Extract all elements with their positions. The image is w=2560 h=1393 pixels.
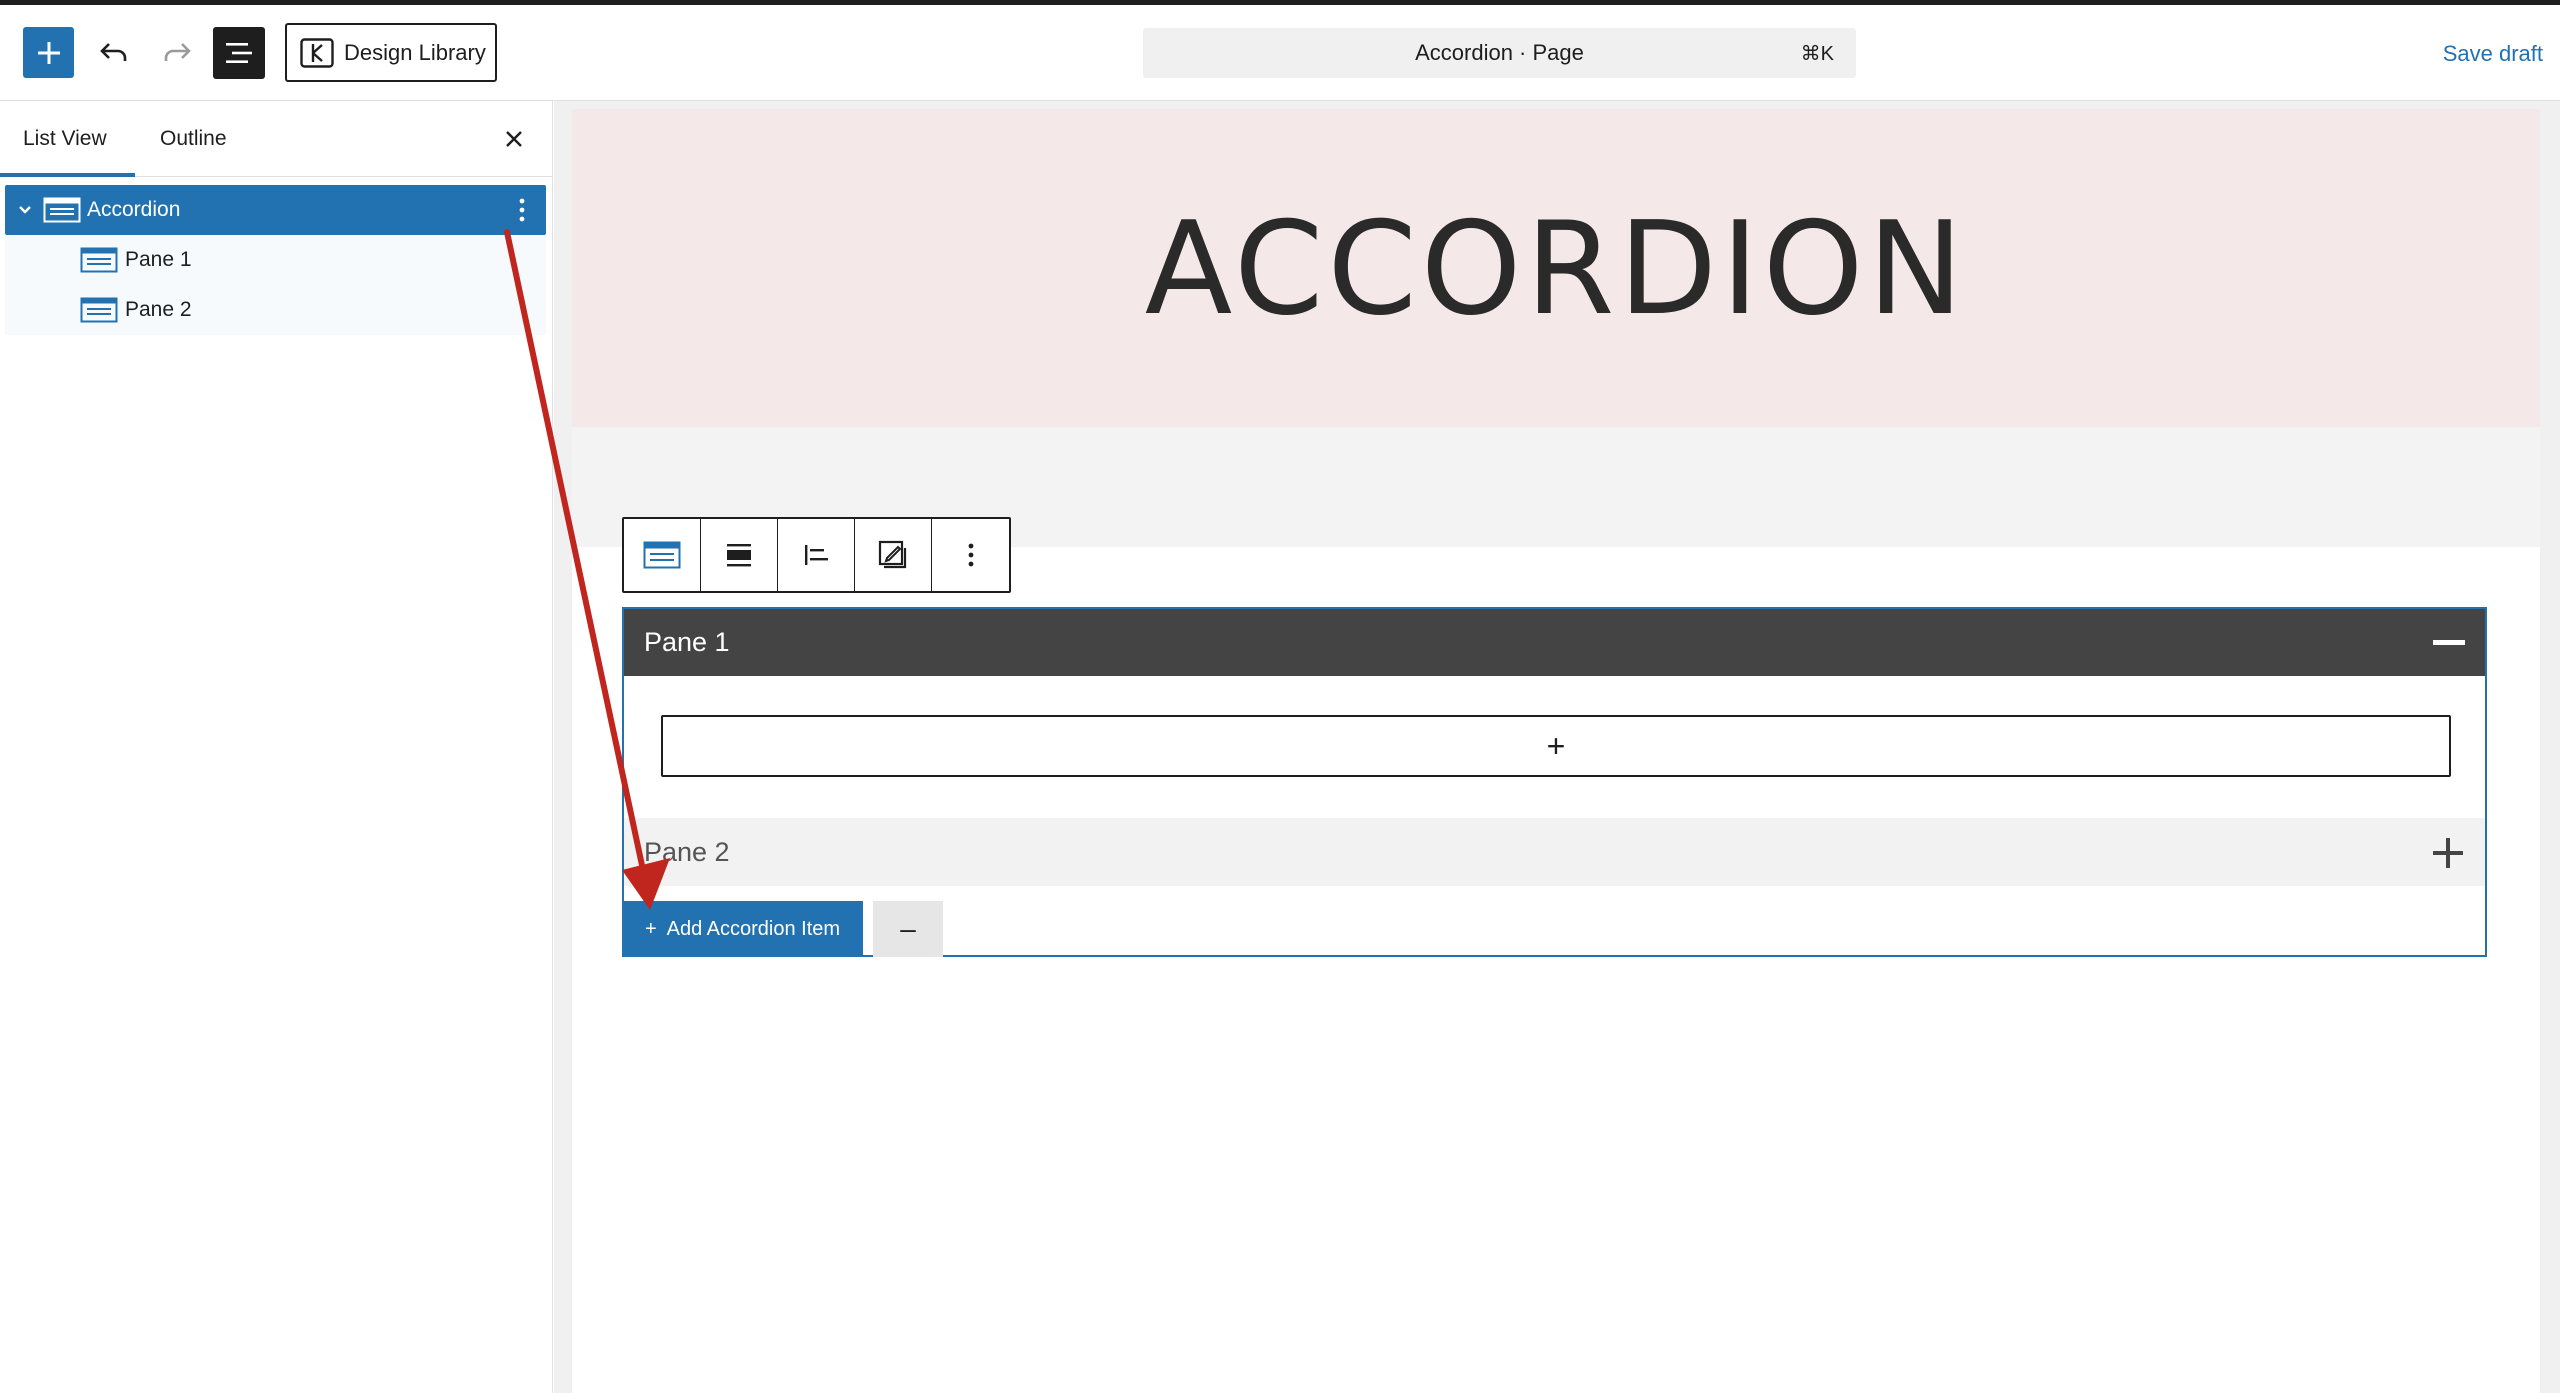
remove-item-label: – [900, 913, 916, 944]
editor-window: Design Library Accordion · Page ⌘K Save … [0, 0, 2560, 1393]
pane-1-header[interactable]: Pane 1 [624, 609, 2485, 676]
save-draft-button[interactable]: Save draft [2443, 41, 2543, 67]
add-block-button[interactable] [23, 27, 74, 78]
block-toolbar [622, 517, 1011, 593]
collapse-icon[interactable] [2433, 640, 2465, 645]
edit-icon [878, 540, 907, 569]
canvas-scrollbar[interactable] [2555, 101, 2560, 1393]
design-library-icon [300, 37, 334, 68]
align-wide-button[interactable] [701, 519, 778, 591]
tab-outline[interactable]: Outline [160, 101, 227, 177]
undo-icon [100, 42, 127, 61]
list-view-icon [226, 43, 252, 63]
hero-cover[interactable]: ACCORDION [572, 109, 2540, 427]
expand-plus-icon[interactable] [2431, 836, 2465, 870]
command-shortcut: ⌘K [1800, 42, 1834, 65]
close-icon [506, 131, 522, 147]
more-vertical-icon [968, 543, 973, 567]
command-palette-bar[interactable]: Accordion · Page ⌘K [1143, 28, 1856, 78]
document-title: Accordion · Page [1415, 40, 1584, 65]
tree-item-pane-1[interactable]: Pane 1 [5, 235, 546, 285]
block-tree: Accordion Pane 1 Pane 2 [5, 185, 546, 335]
tab-list-view[interactable]: List View [23, 101, 107, 177]
pane-2-title[interactable]: Pane 2 [644, 837, 730, 868]
more-options-icon[interactable] [512, 195, 532, 225]
add-item-label: Add Accordion Item [666, 917, 841, 940]
justify-left-button[interactable] [778, 519, 855, 591]
redo-icon [164, 42, 191, 61]
accordion-block-icon [43, 197, 81, 223]
tree-item-accordion[interactable]: Accordion [5, 185, 546, 235]
list-view-sidebar: List View Outline Accordion Pane 1 Pane … [0, 101, 553, 1393]
list-view-button[interactable] [213, 27, 265, 79]
tab-list-view-label: List View [23, 127, 107, 150]
chevron-down-icon[interactable] [15, 200, 35, 220]
accordion-block-icon [643, 541, 681, 569]
sidebar-tabs: List View Outline [0, 101, 553, 177]
block-options-button[interactable] [932, 519, 1009, 591]
pane-block-icon [80, 297, 118, 323]
add-item-plus-icon: + [644, 917, 657, 940]
align-wide-icon [727, 544, 751, 567]
pane-block-icon [80, 247, 118, 273]
block-appender-button[interactable]: + [661, 715, 2451, 777]
add-accordion-item-button[interactable]: + Add Accordion Item [622, 901, 863, 957]
design-library-button[interactable]: Design Library [285, 23, 497, 82]
close-sidebar-button[interactable] [496, 121, 532, 157]
accordion-block[interactable]: Pane 1 + Pane 2 + Add Accordion Item – [622, 607, 2487, 957]
tree-item-label: Pane 2 [125, 298, 192, 321]
plus-icon [37, 41, 60, 64]
remove-accordion-item-button[interactable]: – [873, 901, 943, 957]
active-tab-indicator [0, 173, 135, 177]
pane-2-header[interactable]: Pane 2 [624, 818, 2485, 886]
appender-plus: + [1546, 727, 1566, 764]
page-title[interactable]: ACCORDION [572, 195, 2540, 344]
tree-item-label: Accordion [87, 198, 181, 221]
design-library-label: Design Library [344, 39, 486, 65]
editor-toolbar: Design Library Accordion · Page ⌘K Save … [0, 5, 2560, 101]
block-type-button[interactable] [624, 519, 701, 591]
edit-image-button[interactable] [855, 519, 932, 591]
justify-left-icon [805, 545, 828, 565]
tree-item-pane-2[interactable]: Pane 2 [5, 285, 546, 335]
pane-1-title[interactable]: Pane 1 [644, 627, 730, 658]
undo-button[interactable] [92, 27, 136, 78]
redo-button[interactable] [155, 27, 199, 78]
tab-outline-label: Outline [160, 127, 227, 150]
tree-item-label: Pane 1 [125, 248, 192, 271]
